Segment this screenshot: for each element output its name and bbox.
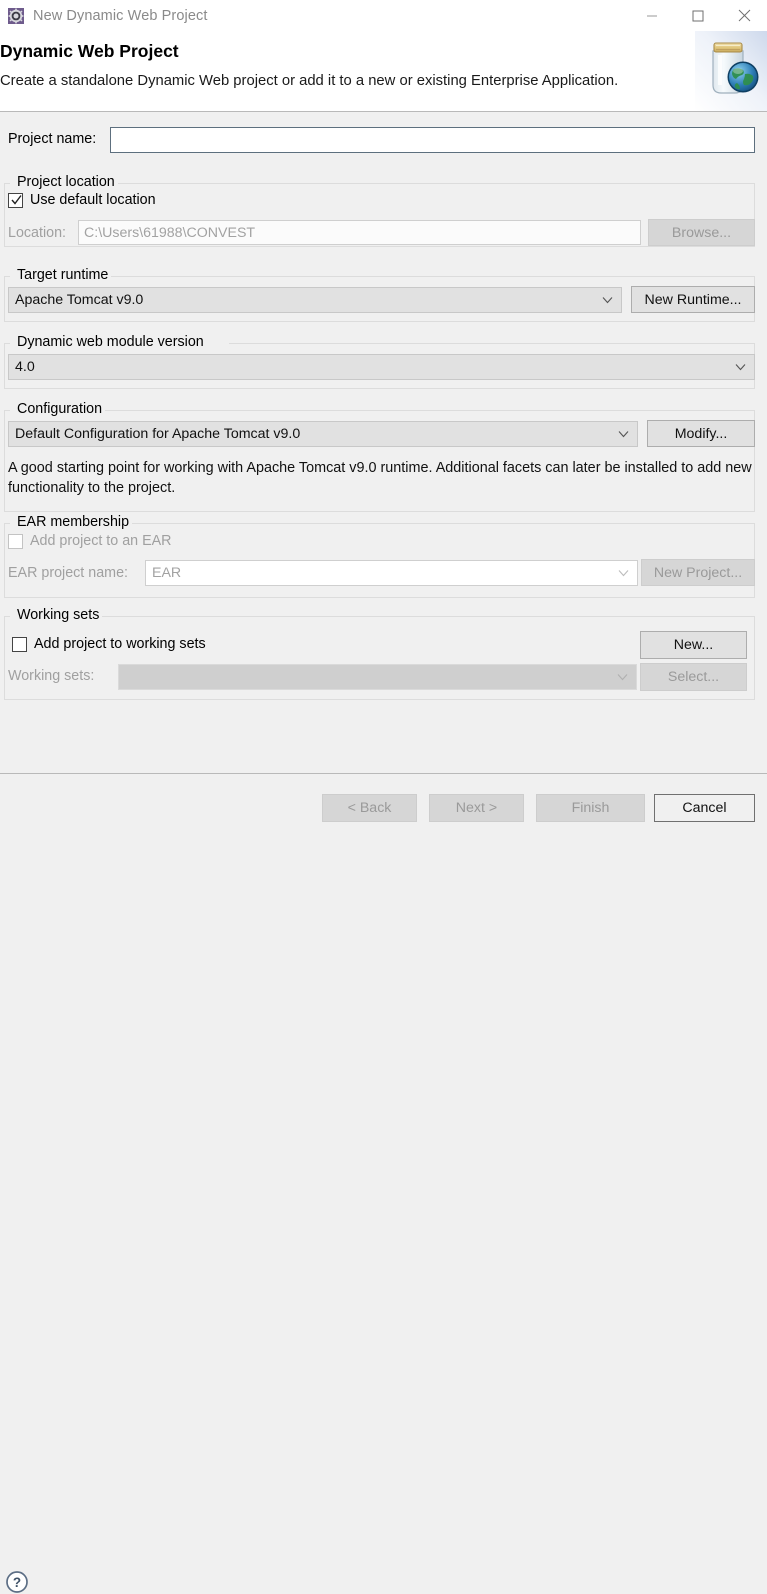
ear-membership-group-label: EAR membership — [14, 514, 132, 530]
chevron-down-icon — [602, 297, 613, 304]
modify-button-label: Modify... — [675, 426, 728, 442]
use-default-location-checkbox[interactable]: Use default location — [8, 192, 156, 208]
working-sets-combo — [118, 664, 637, 690]
ear-project-name-value: EAR — [152, 565, 181, 581]
window-title: New Dynamic Web Project — [33, 8, 207, 24]
finish-button-label: Finish — [572, 800, 610, 816]
war-jar-globe-icon — [695, 31, 767, 111]
ear-project-name-label: EAR project name: — [8, 565, 128, 581]
checkbox-box — [8, 193, 23, 208]
new-runtime-button[interactable]: New Runtime... — [631, 286, 755, 313]
select-button-label: Select... — [668, 669, 719, 685]
next-button-label: Next > — [456, 800, 497, 816]
page-description: Create a standalone Dynamic Web project … — [0, 73, 618, 89]
chevron-down-icon — [617, 674, 628, 681]
project-name-input[interactable] — [110, 127, 755, 153]
close-button[interactable] — [721, 0, 767, 31]
dialog-footer: ? < Back Next > Finish Cancel — [0, 774, 767, 838]
chevron-down-icon — [618, 570, 629, 577]
minimize-button[interactable] — [629, 0, 675, 31]
add-project-to-working-sets-checkbox[interactable]: Add project to working sets — [12, 636, 206, 652]
working-sets-label: Working sets: — [8, 668, 94, 684]
target-runtime-combo[interactable]: Apache Tomcat v9.0 — [8, 287, 622, 313]
add-project-to-ear-label: Add project to an EAR — [30, 533, 171, 549]
back-button: < Back — [322, 794, 417, 822]
location-value: C:\Users\61988\CONVEST — [84, 225, 255, 241]
browse-button: Browse... — [648, 219, 755, 246]
project-name-label: Project name: — [8, 131, 96, 147]
maximize-button[interactable] — [675, 0, 721, 31]
add-project-to-ear-checkbox: Add project to an EAR — [8, 533, 171, 549]
new-button-label: New... — [674, 637, 713, 653]
page-title: Dynamic Web Project — [0, 41, 179, 62]
add-project-to-working-sets-label: Add project to working sets — [34, 636, 206, 652]
project-location-group-label: Project location — [14, 174, 118, 190]
eclipse-gear-icon — [8, 8, 24, 24]
configuration-description: A good starting point for working with A… — [8, 458, 752, 498]
location-label: Location: — [8, 225, 66, 241]
chevron-down-icon — [618, 431, 629, 438]
chevron-down-icon — [735, 364, 746, 371]
ear-project-name-combo: EAR — [145, 560, 638, 586]
dialog-content: Project name: Project location Use defau… — [0, 113, 767, 773]
working-sets-group-label: Working sets — [14, 607, 102, 623]
window-controls — [629, 0, 767, 31]
module-version-value: 4.0 — [15, 359, 35, 375]
target-runtime-value: Apache Tomcat v9.0 — [15, 292, 143, 308]
new-runtime-button-label: New Runtime... — [645, 292, 742, 308]
configuration-combo[interactable]: Default Configuration for Apache Tomcat … — [8, 421, 638, 447]
cancel-button[interactable]: Cancel — [654, 794, 755, 822]
modify-configuration-button[interactable]: Modify... — [647, 420, 755, 447]
new-project-button-label: New Project... — [654, 565, 742, 581]
use-default-location-label: Use default location — [30, 192, 156, 208]
svg-text:?: ? — [13, 1575, 21, 1590]
checkbox-box — [8, 534, 23, 549]
browse-button-label: Browse... — [672, 225, 731, 241]
back-button-label: < Back — [348, 800, 392, 816]
module-version-group-label: Dynamic web module version — [14, 334, 207, 350]
window-titlebar: New Dynamic Web Project — [0, 0, 767, 31]
cancel-button-label: Cancel — [682, 800, 726, 816]
new-working-set-button[interactable]: New... — [640, 631, 747, 659]
select-working-set-button: Select... — [640, 663, 747, 691]
module-version-combo[interactable]: 4.0 — [8, 354, 755, 380]
location-input: C:\Users\61988\CONVEST — [78, 220, 641, 245]
help-question-icon[interactable]: ? — [5, 1570, 29, 1594]
configuration-group-label: Configuration — [14, 401, 105, 417]
configuration-value: Default Configuration for Apache Tomcat … — [15, 426, 300, 442]
checkbox-box — [12, 637, 27, 652]
check-tick-icon — [11, 194, 22, 207]
new-ear-project-button: New Project... — [641, 559, 755, 586]
next-button: Next > — [429, 794, 524, 822]
dialog-banner: Dynamic Web Project Create a standalone … — [0, 31, 767, 112]
target-runtime-group-label: Target runtime — [14, 267, 111, 283]
finish-button: Finish — [536, 794, 645, 822]
